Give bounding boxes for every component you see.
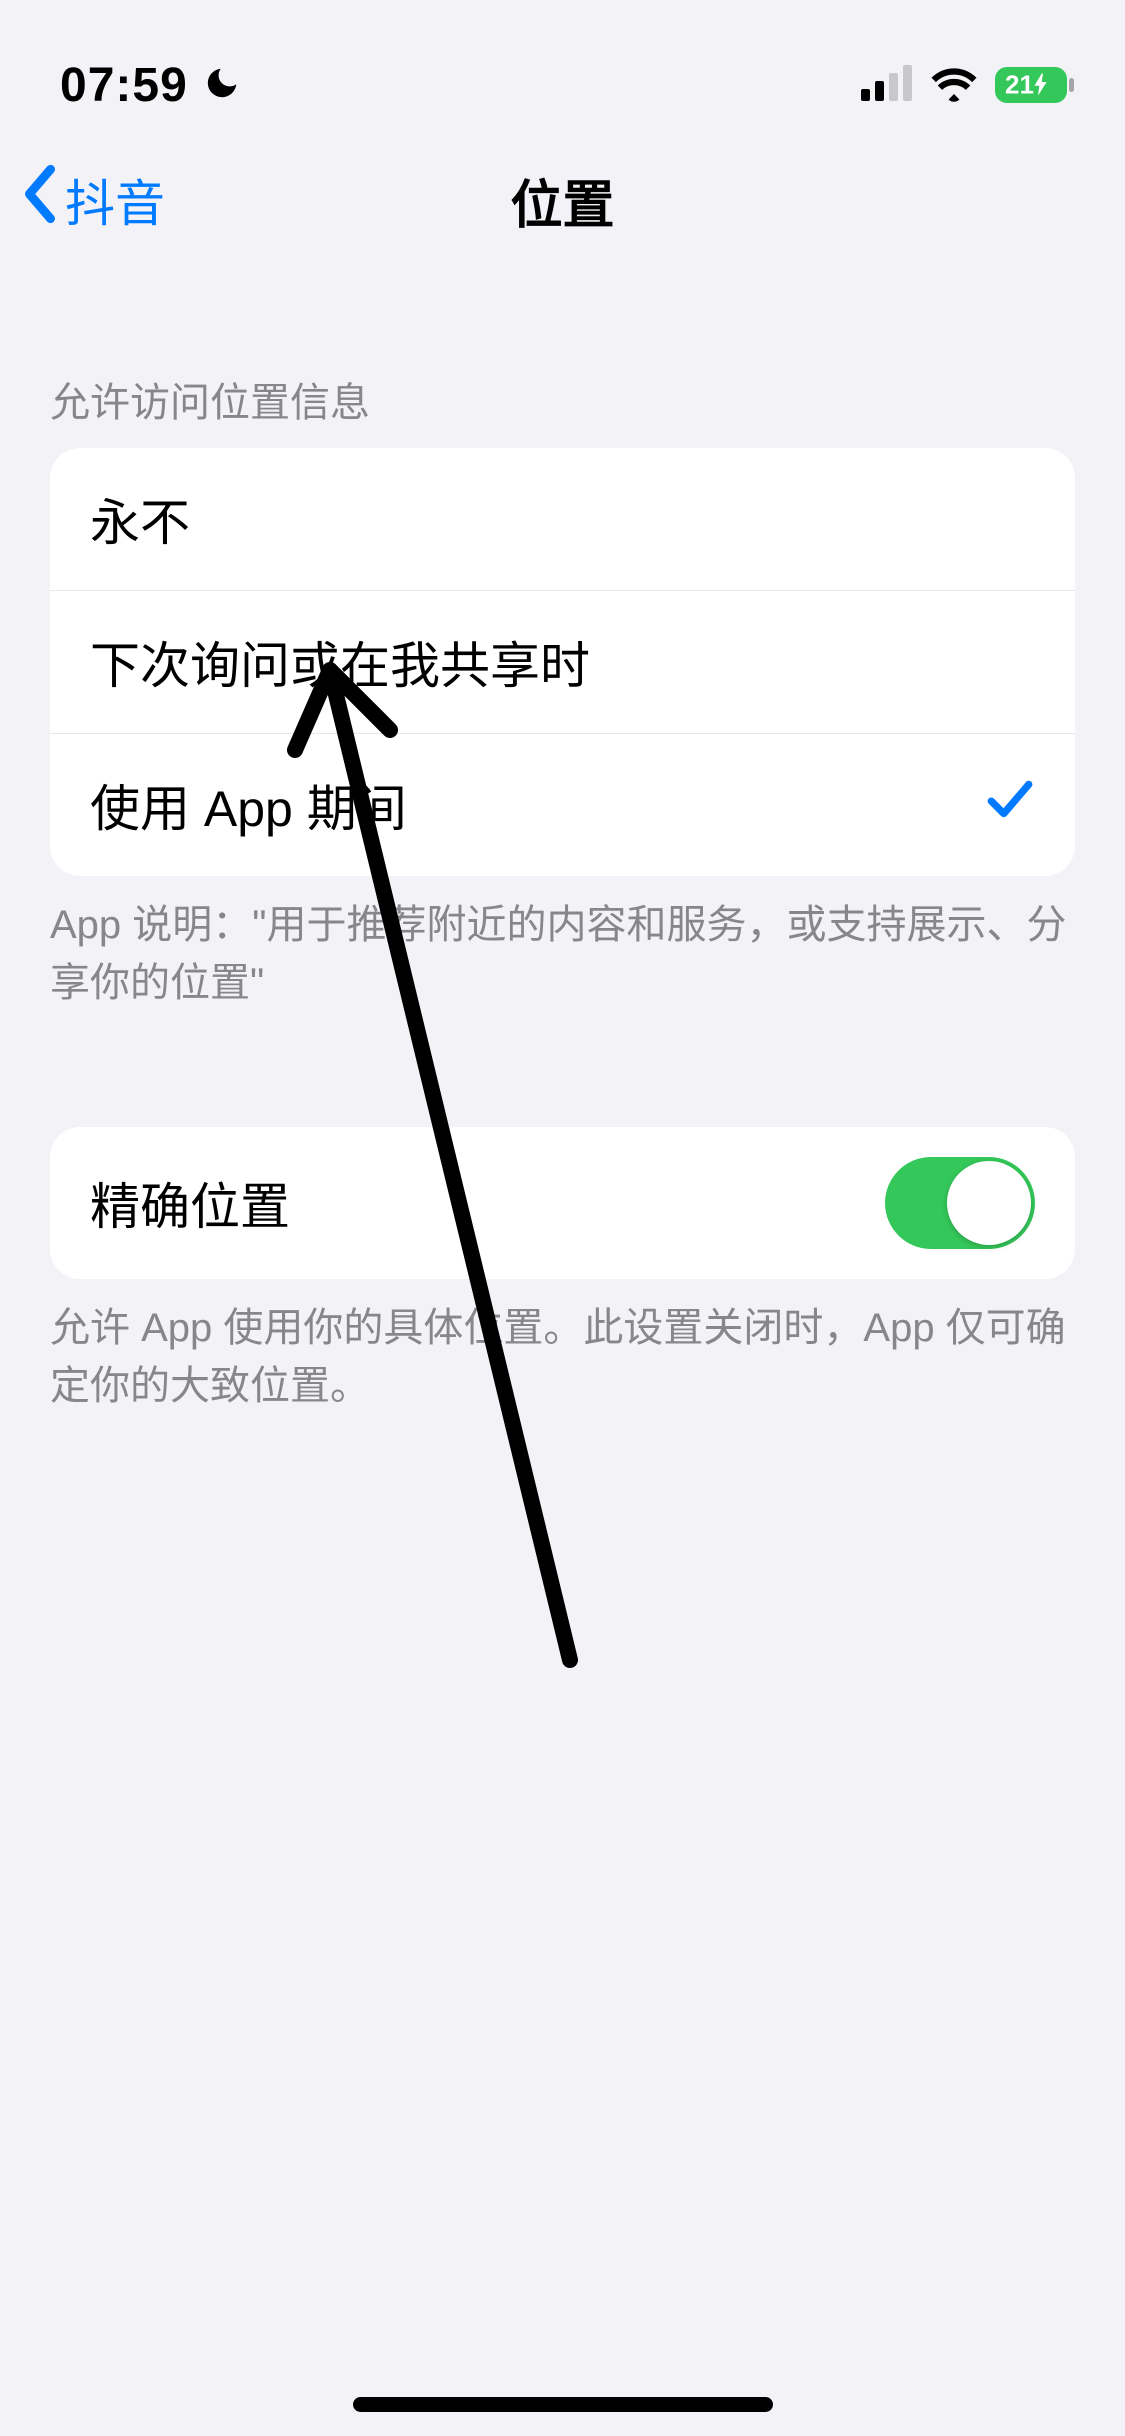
precise-section-footer: 允许 App 使用你的具体位置。此设置关闭时，App 仅可确定你的大致位置。: [0, 1279, 1125, 1415]
option-label: 使用 App 期间: [90, 769, 407, 841]
back-label: 抖音: [65, 164, 165, 236]
wifi-icon: [929, 64, 979, 107]
access-section-header: 允许访问位置信息: [0, 270, 1125, 448]
access-options-group: 永不 下次询问或在我共享时 使用 App 期间: [50, 448, 1075, 876]
back-button[interactable]: 抖音: [20, 164, 165, 236]
option-while-using-app[interactable]: 使用 App 期间: [50, 733, 1075, 876]
precise-location-row: 精确位置: [50, 1127, 1075, 1279]
nav-bar: 抖音 位置: [0, 130, 1125, 270]
status-bar: 07:59 21: [0, 0, 1125, 130]
battery-percent: 21: [1005, 70, 1047, 101]
option-never[interactable]: 永不: [50, 448, 1075, 590]
option-label: 下次询问或在我共享时: [90, 626, 590, 698]
checkmark-icon: [985, 774, 1035, 836]
status-left: 07:59: [60, 58, 241, 113]
status-right: 21: [861, 64, 1075, 107]
status-time: 07:59: [60, 58, 188, 113]
moon-icon: [203, 64, 241, 107]
precise-location-label: 精确位置: [90, 1167, 290, 1239]
toggle-knob: [947, 1161, 1031, 1245]
access-section-footer: App 说明："用于推荐附近的内容和服务，或支持展示、分享你的位置": [0, 876, 1125, 1012]
battery-indicator: 21: [995, 65, 1075, 105]
home-indicator[interactable]: [353, 2397, 773, 2412]
precise-location-toggle[interactable]: [885, 1157, 1035, 1249]
precise-location-group: 精确位置: [50, 1127, 1075, 1279]
page-title: 位置: [510, 163, 614, 238]
chevron-back-icon: [20, 164, 60, 236]
option-label: 永不: [90, 483, 190, 555]
cellular-signal-icon: [861, 65, 913, 106]
option-ask-next-time[interactable]: 下次询问或在我共享时: [50, 590, 1075, 733]
